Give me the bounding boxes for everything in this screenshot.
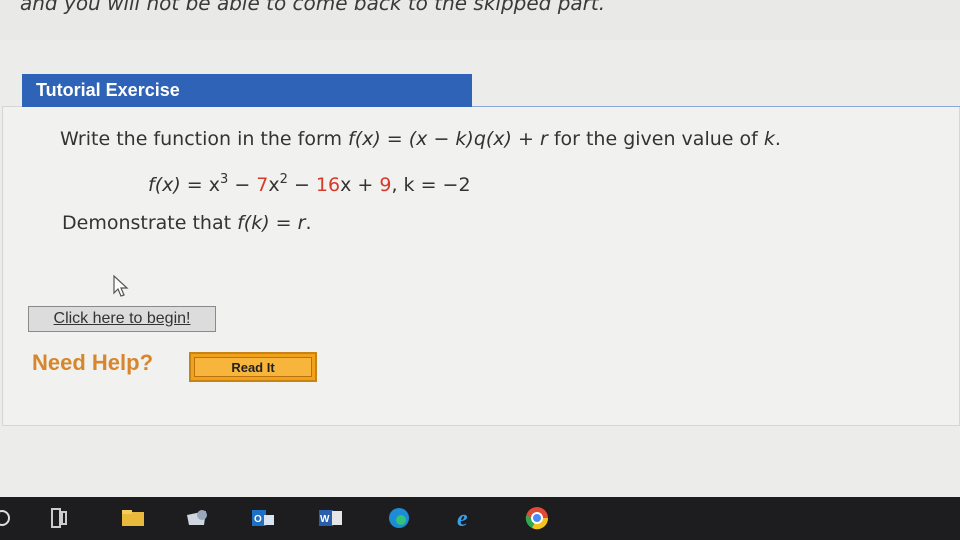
instruction-text: Write the function in the form f(x) = (x…	[60, 128, 781, 150]
word-icon[interactable]: W	[318, 507, 342, 529]
outlook-icon[interactable]: O	[250, 507, 274, 529]
start-button-icon[interactable]	[0, 507, 18, 529]
read-it-button[interactable]: Read It	[189, 352, 317, 382]
need-help-label: Need Help?	[32, 350, 154, 375]
constant-9: 9	[379, 174, 392, 196]
taskbar: O W e	[0, 497, 960, 540]
store-icon[interactable]	[184, 507, 208, 529]
tutorial-header: Tutorial Exercise	[22, 74, 472, 107]
read-it-label: Read It	[194, 357, 312, 377]
edge-icon[interactable]	[386, 507, 410, 529]
demonstrate-text: Demonstrate that f(k) = r.	[62, 212, 312, 234]
form-expression: f(x) = (x − k)q(x) + r	[348, 128, 548, 150]
task-view-icon[interactable]	[48, 507, 72, 529]
skip-warning-text: and you will not be able to come back to…	[20, 0, 606, 15]
coefficient-7: 7	[256, 174, 269, 196]
svg-text:O: O	[254, 514, 262, 525]
coefficient-16: 16	[315, 174, 341, 196]
mouse-pointer-icon	[113, 274, 129, 297]
file-explorer-icon[interactable]	[121, 507, 145, 529]
svg-text:e: e	[457, 506, 468, 531]
internet-explorer-icon[interactable]: e	[454, 506, 478, 531]
svg-text:W: W	[320, 514, 330, 525]
function-equation: f(x) = x3 − 7x2 − 16x + 9, k = −2	[148, 172, 471, 196]
header-divider	[472, 106, 960, 107]
chrome-icon[interactable]	[524, 507, 548, 530]
begin-button[interactable]: Click here to begin!	[28, 306, 216, 332]
tutorial-panel	[2, 106, 960, 426]
